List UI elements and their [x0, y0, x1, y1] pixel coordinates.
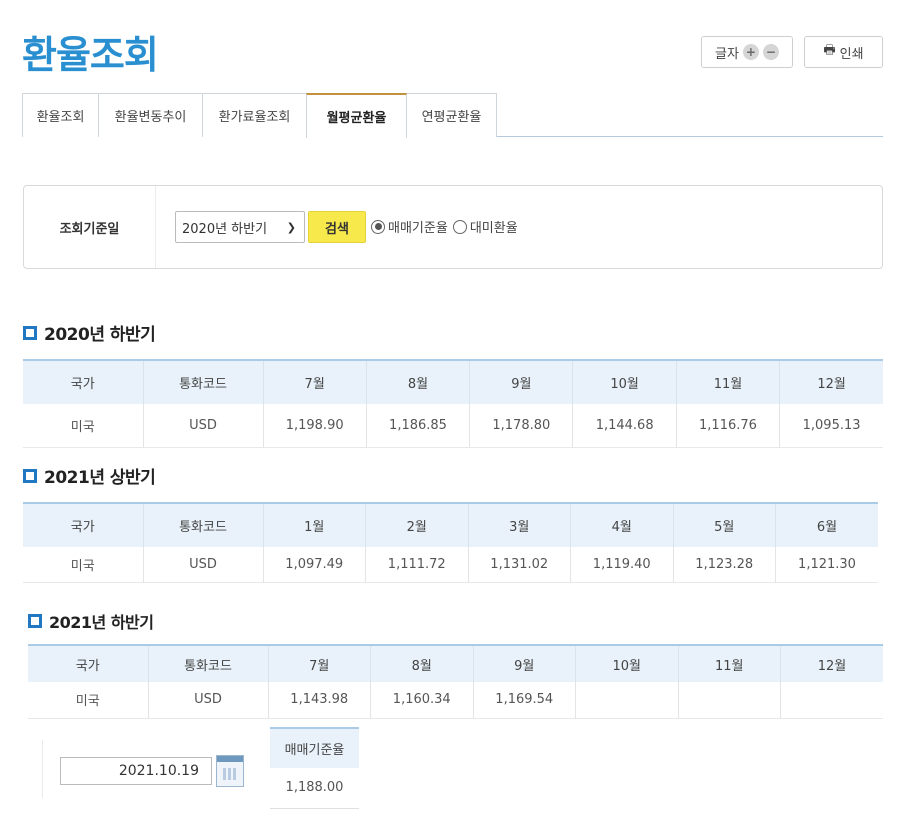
table-cell: USD — [147, 682, 268, 719]
column-header: 12월 — [780, 644, 883, 682]
chevron-down-icon: ❯ — [286, 220, 296, 234]
column-header: 8월 — [370, 644, 473, 682]
table-row: 1,188.00 — [270, 768, 359, 809]
section-title-text: 2020년 하반기 — [44, 325, 156, 345]
tab-exchange-commission[interactable]: 환가료율조회 — [202, 93, 307, 137]
table-cell: 1,178.80 — [469, 404, 573, 448]
column-header: 9월 — [472, 644, 576, 682]
date-input[interactable]: 2021.10.19 — [60, 757, 212, 785]
column-header: 통화코드 — [142, 359, 263, 404]
table-cell — [575, 682, 678, 719]
column-header: 6월 — [775, 502, 878, 547]
table-cell: 1,186.85 — [365, 404, 470, 448]
divider — [42, 740, 43, 798]
rate-table: 국가 통화코드 7월 8월 9월 10월 11월 12월 미국 USD 1,19… — [23, 359, 883, 448]
column-header: 통화코드 — [147, 644, 268, 682]
column-header: 통화코드 — [142, 502, 263, 547]
table-cell: 미국 — [23, 404, 143, 448]
table-cell: 1,160.34 — [370, 682, 473, 719]
table-cell: 1,111.72 — [365, 547, 468, 583]
table-cell: 1,143.98 — [267, 682, 371, 719]
table-cell — [780, 682, 883, 719]
table-cell: 1,188.00 — [270, 768, 359, 809]
table-cell: 1,121.30 — [775, 547, 878, 583]
column-header: 10월 — [572, 359, 677, 404]
tab-monthly-average[interactable]: 월평균환율 — [306, 93, 407, 138]
print-button[interactable]: 🖶 인쇄 — [804, 36, 883, 68]
column-header: 매매기준율 — [270, 727, 359, 768]
section-title-text: 2021년 하반기 — [49, 613, 154, 632]
table-row: 미국 USD 1,198.90 1,186.85 1,178.80 1,144.… — [23, 404, 883, 448]
column-header: 7월 — [262, 359, 367, 404]
square-bullet-icon — [28, 614, 42, 628]
font-size-label: 글자 — [715, 46, 739, 62]
table-cell: 미국 — [28, 682, 148, 719]
table-cell: 1,144.68 — [572, 404, 677, 448]
table-cell: 1,116.76 — [675, 404, 780, 448]
radio-usd-rate-label[interactable]: 대미환율 — [470, 217, 518, 236]
table-cell: 미국 — [23, 547, 143, 583]
search-button[interactable]: 검색 — [308, 211, 366, 243]
font-size-control: 글자 + − — [701, 36, 793, 68]
table-cell: USD — [142, 404, 263, 448]
period-select[interactable]: 2020년 하반기 ❯ — [175, 211, 305, 243]
rate-table: 국가 통화코드 1월 2월 3월 4월 5월 6월 미국 USD 1,097.4… — [23, 502, 878, 583]
column-header: 국가 — [28, 644, 148, 682]
section-title-text: 2021년 상반기 — [44, 468, 156, 488]
column-header: 7월 — [267, 644, 371, 682]
radio-base-rate-label[interactable]: 매매기준율 — [388, 217, 448, 236]
section-title: 2021년 상반기 — [23, 463, 156, 488]
zoom-in-icon[interactable]: + — [742, 44, 759, 60]
tab-yearly-average[interactable]: 연평균환율 — [406, 93, 497, 137]
column-header: 2월 — [365, 502, 468, 547]
table-cell: 1,123.28 — [672, 547, 776, 583]
column-header: 3월 — [467, 502, 571, 547]
column-header: 11월 — [677, 644, 781, 682]
table-cell: 1,097.49 — [262, 547, 366, 583]
date-rate-table: 매매기준율 1,188.00 — [270, 727, 359, 809]
square-bullet-icon — [23, 325, 37, 340]
tab-exchange-rate[interactable]: 환율조회 — [22, 93, 99, 137]
search-date-label: 조회기준일 — [24, 186, 156, 268]
column-header: 12월 — [779, 359, 883, 404]
rate-type-radio-group: 매매기준율 대미환율 — [371, 217, 523, 236]
printer-icon: 🖶 — [823, 43, 836, 58]
table-row: 미국 USD 1,097.49 1,111.72 1,131.02 1,119.… — [23, 547, 878, 583]
table-cell: USD — [142, 547, 263, 583]
section-title: 2020년 하반기 — [23, 320, 156, 345]
column-header: 1월 — [262, 502, 366, 547]
print-label: 인쇄 — [839, 46, 864, 62]
column-header: 10월 — [575, 644, 678, 682]
table-cell: 1,198.90 — [262, 404, 367, 448]
table-cell: 1,095.13 — [779, 404, 883, 448]
search-panel: 조회기준일 2020년 하반기 ❯ 검색 매매기준율 대미환율 — [23, 185, 883, 269]
radio-usd-rate[interactable] — [452, 219, 467, 234]
zoom-out-icon[interactable]: − — [762, 44, 779, 60]
table-cell: 1,169.54 — [472, 682, 576, 719]
table-cell — [677, 682, 781, 719]
column-header: 4월 — [570, 502, 673, 547]
table-row: 미국 USD 1,143.98 1,160.34 1,169.54 — [28, 682, 883, 719]
period-select-value: 2020년 하반기 — [182, 221, 268, 237]
column-header: 11월 — [675, 359, 780, 404]
radio-base-rate[interactable] — [371, 219, 385, 234]
rate-table: 국가 통화코드 7월 8월 9월 10월 11월 12월 미국 USD 1,14… — [28, 644, 883, 719]
column-header: 9월 — [469, 359, 573, 404]
section-title: 2021년 하반기 — [28, 609, 154, 633]
column-header: 국가 — [23, 502, 143, 547]
table-cell: 1,131.02 — [467, 547, 571, 583]
square-bullet-icon — [23, 468, 37, 483]
table-cell: 1,119.40 — [570, 547, 673, 583]
tab-rate-trend[interactable]: 환율변동추이 — [98, 93, 203, 137]
page-title: 환율조회 — [22, 33, 159, 77]
column-header: 국가 — [23, 359, 143, 404]
column-header: 5월 — [672, 502, 776, 547]
calendar-icon[interactable] — [216, 755, 244, 787]
tab-bar: 환율조회 환율변동추이 환가료율조회 월평균환율 연평균환율 — [22, 93, 883, 138]
column-header: 8월 — [365, 359, 470, 404]
